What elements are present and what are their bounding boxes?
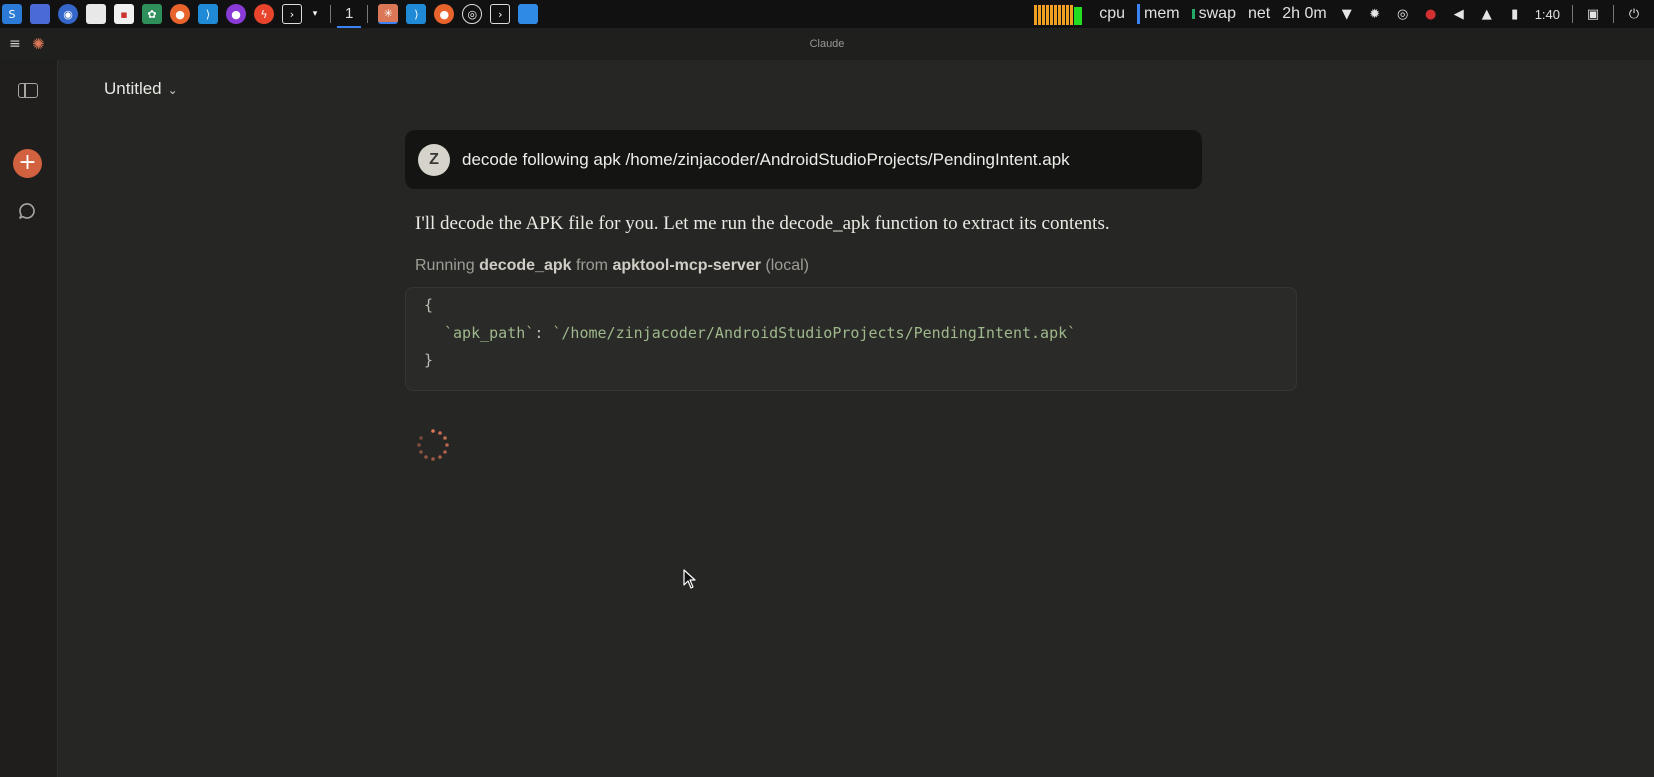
vscode-window-icon[interactable]: ⟩ <box>406 4 427 24</box>
firefox-window-icon[interactable]: ● <box>434 4 455 24</box>
workspace-indicator[interactable]: 1 <box>337 0 362 28</box>
graphics-editor-icon[interactable]: ✿ <box>142 4 162 24</box>
sidebar: + <box>0 60 58 777</box>
power-icon[interactable]: ⏻ <box>1626 6 1642 22</box>
firefox-dev-icon[interactable]: ● <box>226 4 246 24</box>
desktop-icon[interactable] <box>30 4 50 24</box>
vscode-icon[interactable]: ⟩ <box>198 4 218 24</box>
chat-title-label: Untitled <box>104 79 162 98</box>
mem-monitor[interactable]: mem <box>1137 4 1180 24</box>
mem-indicator <box>1137 4 1141 24</box>
clock[interactable]: 1:40 <box>1535 7 1560 22</box>
code-close-brace: } <box>424 351 434 369</box>
brightness-icon[interactable]: ✹ <box>1367 6 1383 22</box>
swap-indicator <box>1191 9 1195 19</box>
code-open-brace: { <box>424 296 434 314</box>
browser-globe-icon[interactable]: ◉ <box>58 4 78 24</box>
user-message: Z decode following apk /home/zinjacoder/… <box>405 130 1202 189</box>
terminal-window-icon[interactable]: › <box>490 4 511 24</box>
wifi-icon[interactable]: ▼ <box>1339 6 1355 22</box>
app-launcher-icon[interactable]: S <box>2 4 22 24</box>
lock-icon[interactable]: ▣ <box>1585 6 1601 22</box>
terminal-icon[interactable]: › <box>282 4 302 24</box>
net-monitor[interactable]: net <box>1248 5 1270 23</box>
folder-window-icon[interactable] <box>518 4 539 24</box>
cpu-monitor[interactable]: cpu <box>1099 5 1125 23</box>
mouse-cursor-icon <box>683 569 696 589</box>
chat-title-dropdown[interactable]: Untitled ⌄ <box>104 79 178 99</box>
vpn-icon[interactable]: ◎ <box>1395 6 1411 22</box>
tool-call-scope: (local) <box>765 257 809 274</box>
claude-app-icon[interactable]: ✳ <box>378 4 399 24</box>
tool-server-name: apktool-mcp-server <box>612 257 761 274</box>
taskbar-divider <box>367 5 369 23</box>
tool-call-prefix: Running <box>415 257 475 274</box>
system-taskbar: S ◉ ▪ ✿ ● ⟩ ● ϟ › ▾ 1 ✳ ⟩ ● ◎ › cpu mem … <box>0 0 1654 28</box>
tool-arguments-code-block: { `apk_path`: `/home/zinjacoder/AndroidS… <box>405 287 1297 391</box>
burp-suite-icon[interactable]: ϟ <box>254 4 274 24</box>
chevron-down-icon: ⌄ <box>167 83 178 97</box>
file-manager-icon[interactable] <box>86 4 106 24</box>
new-chat-button[interactable]: + <box>13 149 42 178</box>
tool-call-status[interactable]: Running decode_apk from apktool-mcp-serv… <box>415 257 809 275</box>
taskbar-divider <box>330 5 331 23</box>
cpu-load-graph <box>1034 3 1083 25</box>
tray-divider <box>1572 5 1573 23</box>
firefox-icon[interactable]: ● <box>170 4 190 24</box>
cpu-label: cpu <box>1099 5 1126 22</box>
obs-icon[interactable]: ◎ <box>462 4 483 24</box>
user-avatar: Z <box>418 144 450 176</box>
net-label: net <box>1247 5 1271 22</box>
battery-icon[interactable]: ▮ <box>1507 6 1523 22</box>
window-title: Claude <box>809 38 845 50</box>
swap-monitor[interactable]: swap <box>1191 5 1236 23</box>
mem-label: mem <box>1144 5 1180 22</box>
code-value: `/home/zinjacoder/AndroidStudioProjects/… <box>552 324 1077 342</box>
assistant-message-text: I'll decode the APK file for you. Let me… <box>415 213 1110 234</box>
sidebar-toggle-icon[interactable] <box>18 83 38 98</box>
code-key: `apk_path` <box>444 324 535 342</box>
chats-icon[interactable] <box>16 200 40 224</box>
tray-divider <box>1613 5 1614 23</box>
tool-name: decode_apk <box>479 257 572 274</box>
tool-call-from: from <box>576 257 608 274</box>
loading-spinner-icon <box>417 429 449 461</box>
user-message-text: decode following apk /home/zinjacoder/An… <box>462 150 1070 169</box>
swap-label: swap <box>1198 5 1236 22</box>
uptime-label: 2h 0m <box>1282 5 1327 22</box>
chevron-down-icon[interactable]: ▾ <box>310 4 320 24</box>
system-tray: cpu mem swap net 2h 0m ▼ ✹ ◎ ● ◀ ▲ ▮ 1:4… <box>1034 0 1654 28</box>
app-titlebar: ≡ ✺ Claude <box>0 28 1654 60</box>
code-colon: : <box>534 324 544 342</box>
microphone-icon[interactable]: ● <box>1423 6 1439 22</box>
code-argument-line: `apk_path`: `/home/zinjacoder/AndroidStu… <box>444 324 1076 342</box>
notification-bell-icon[interactable]: ▲ <box>1479 6 1495 22</box>
taskbar-launchers: S ◉ ▪ ✿ ● ⟩ ● ϟ › ▾ 1 ✳ ⟩ ● ◎ › <box>0 0 542 28</box>
document-viewer-icon[interactable]: ▪ <box>114 4 134 24</box>
volume-icon[interactable]: ◀ <box>1451 6 1467 22</box>
